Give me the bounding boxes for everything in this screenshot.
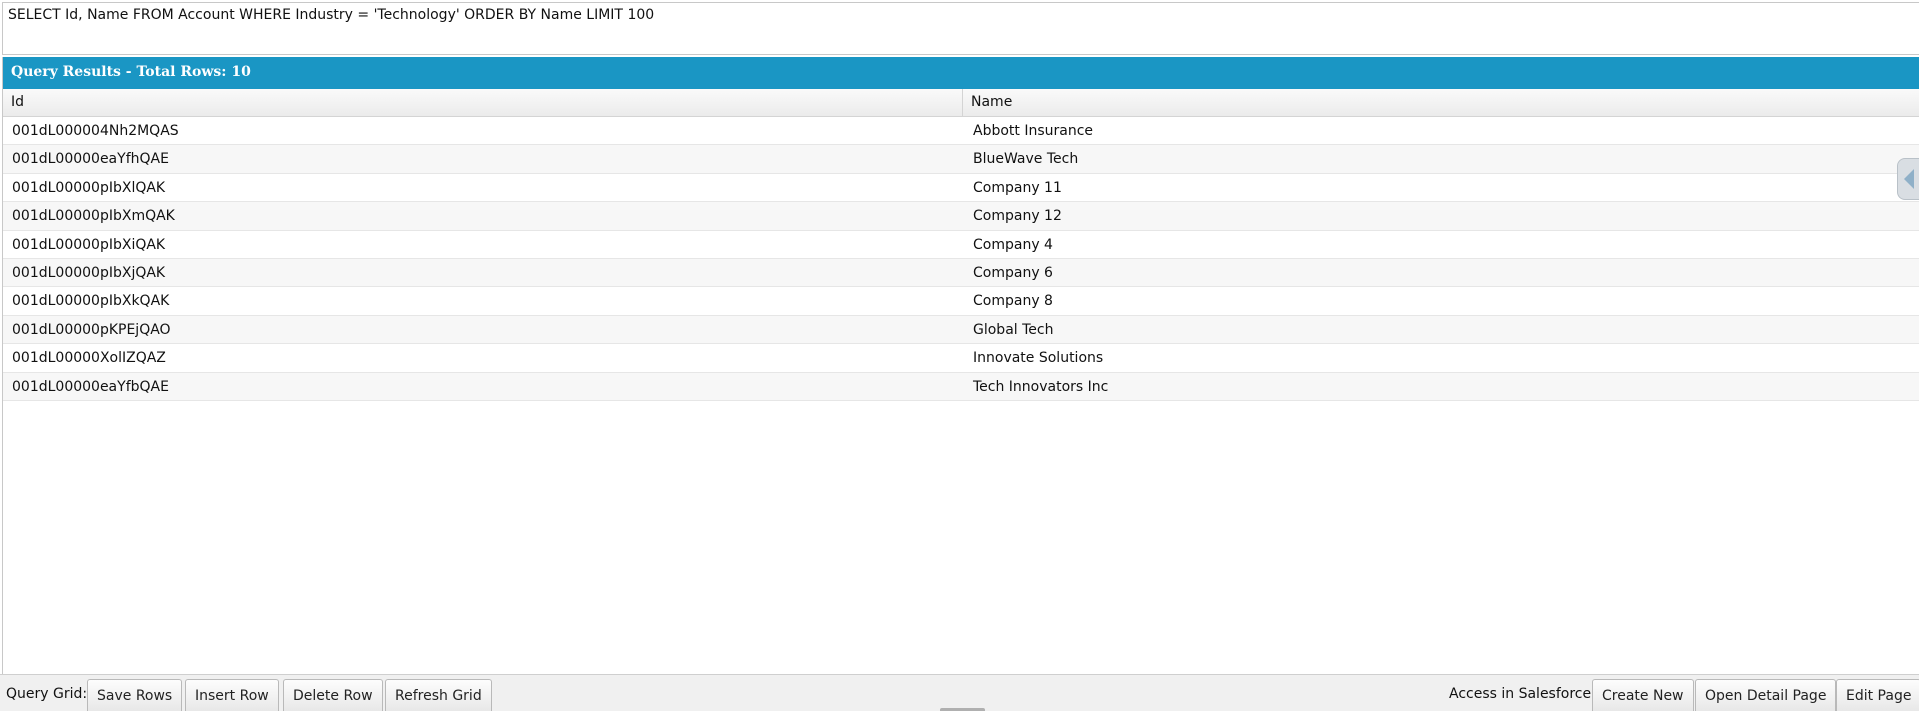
query-text[interactable]: SELECT Id, Name FROM Account WHERE Indus… xyxy=(8,7,654,23)
table-row[interactable]: 001dL00000eaYfbQAE Tech Innovators Inc xyxy=(3,372,1919,401)
results-grid: 001dL000004Nh2MQAS Abbott Insurance 001d… xyxy=(3,117,1919,401)
results-header: Query Results - Total Rows: 10 xyxy=(3,57,1919,89)
cell-id[interactable]: 001dL000004Nh2MQAS xyxy=(3,117,963,145)
cell-id[interactable]: 001dL00000XolIZQAZ xyxy=(3,344,963,372)
column-header-row: Id Name xyxy=(3,89,1919,117)
delete-row-button[interactable]: Delete Row xyxy=(283,679,383,711)
open-detail-page-button[interactable]: Open Detail Page xyxy=(1695,679,1837,711)
query-tool-window: SELECT Id, Name FROM Account WHERE Indus… xyxy=(0,0,1919,711)
query-results-panel: Query Results - Total Rows: 10 Id Name 0… xyxy=(2,57,1919,674)
cell-id[interactable]: 001dL00000eaYfbQAE xyxy=(3,373,963,401)
cell-name[interactable]: Company 4 xyxy=(964,231,1919,259)
cell-id[interactable]: 001dL00000pIbXjQAK xyxy=(3,259,963,287)
table-row[interactable]: 001dL00000pIbXlQAK Company 11 xyxy=(3,173,1919,203)
side-panel-toggle[interactable] xyxy=(1897,158,1919,200)
cell-id[interactable]: 001dL00000pIbXkQAK xyxy=(3,287,963,315)
table-row[interactable]: 001dL000004Nh2MQAS Abbott Insurance xyxy=(3,117,1919,146)
cell-id[interactable]: 001dL00000pIbXiQAK xyxy=(3,231,963,259)
cell-name[interactable]: Global Tech xyxy=(964,316,1919,344)
edit-page-button[interactable]: Edit Page xyxy=(1836,679,1919,711)
table-row[interactable]: 001dL00000pIbXkQAK Company 8 xyxy=(3,287,1919,316)
cell-id[interactable]: 001dL00000pIbXlQAK xyxy=(3,174,963,202)
cell-name[interactable]: Company 12 xyxy=(964,202,1919,230)
cell-name[interactable]: Innovate Solutions xyxy=(964,344,1919,372)
table-row[interactable]: 001dL00000XolIZQAZ Innovate Solutions xyxy=(3,344,1919,373)
query-grid-label: Query Grid: xyxy=(6,686,88,702)
column-header-id[interactable]: Id xyxy=(3,89,963,116)
cell-id[interactable]: 001dL00000pKPEjQAO xyxy=(3,316,963,344)
cell-id[interactable]: 001dL00000pIbXmQAK xyxy=(3,202,963,230)
soql-query-editor[interactable]: SELECT Id, Name FROM Account WHERE Indus… xyxy=(2,2,1919,55)
insert-row-button[interactable]: Insert Row xyxy=(185,679,279,711)
column-header-name[interactable]: Name xyxy=(963,89,1919,116)
cell-name[interactable]: BlueWave Tech xyxy=(964,145,1919,173)
cell-name[interactable]: Abbott Insurance xyxy=(964,117,1919,145)
table-row[interactable]: 001dL00000pKPEjQAO Global Tech xyxy=(3,315,1919,345)
cell-name[interactable]: Tech Innovators Inc xyxy=(964,373,1919,401)
table-row[interactable]: 001dL00000pIbXmQAK Company 12 xyxy=(3,202,1919,231)
cell-id[interactable]: 001dL00000eaYfhQAE xyxy=(3,145,963,173)
results-title: Query Results - Total Rows: 10 xyxy=(11,64,251,80)
create-new-button[interactable]: Create New xyxy=(1592,679,1694,711)
cell-name[interactable]: Company 8 xyxy=(964,287,1919,315)
refresh-grid-button[interactable]: Refresh Grid xyxy=(385,679,492,711)
cell-name[interactable]: Company 11 xyxy=(964,174,1919,202)
table-row[interactable]: 001dL00000pIbXiQAK Company 4 xyxy=(3,230,1919,259)
chevron-left-icon xyxy=(1904,169,1914,189)
table-row[interactable]: 001dL00000eaYfhQAE BlueWave Tech xyxy=(3,145,1919,174)
access-in-salesforce-label: Access in Salesforce: xyxy=(1449,686,1596,702)
save-rows-button[interactable]: Save Rows xyxy=(87,679,183,711)
grid-toolbar: Query Grid: Save Rows Insert Row Delete … xyxy=(0,674,1919,711)
table-row[interactable]: 001dL00000pIbXjQAK Company 6 xyxy=(3,258,1919,288)
cell-name[interactable]: Company 6 xyxy=(964,259,1919,287)
